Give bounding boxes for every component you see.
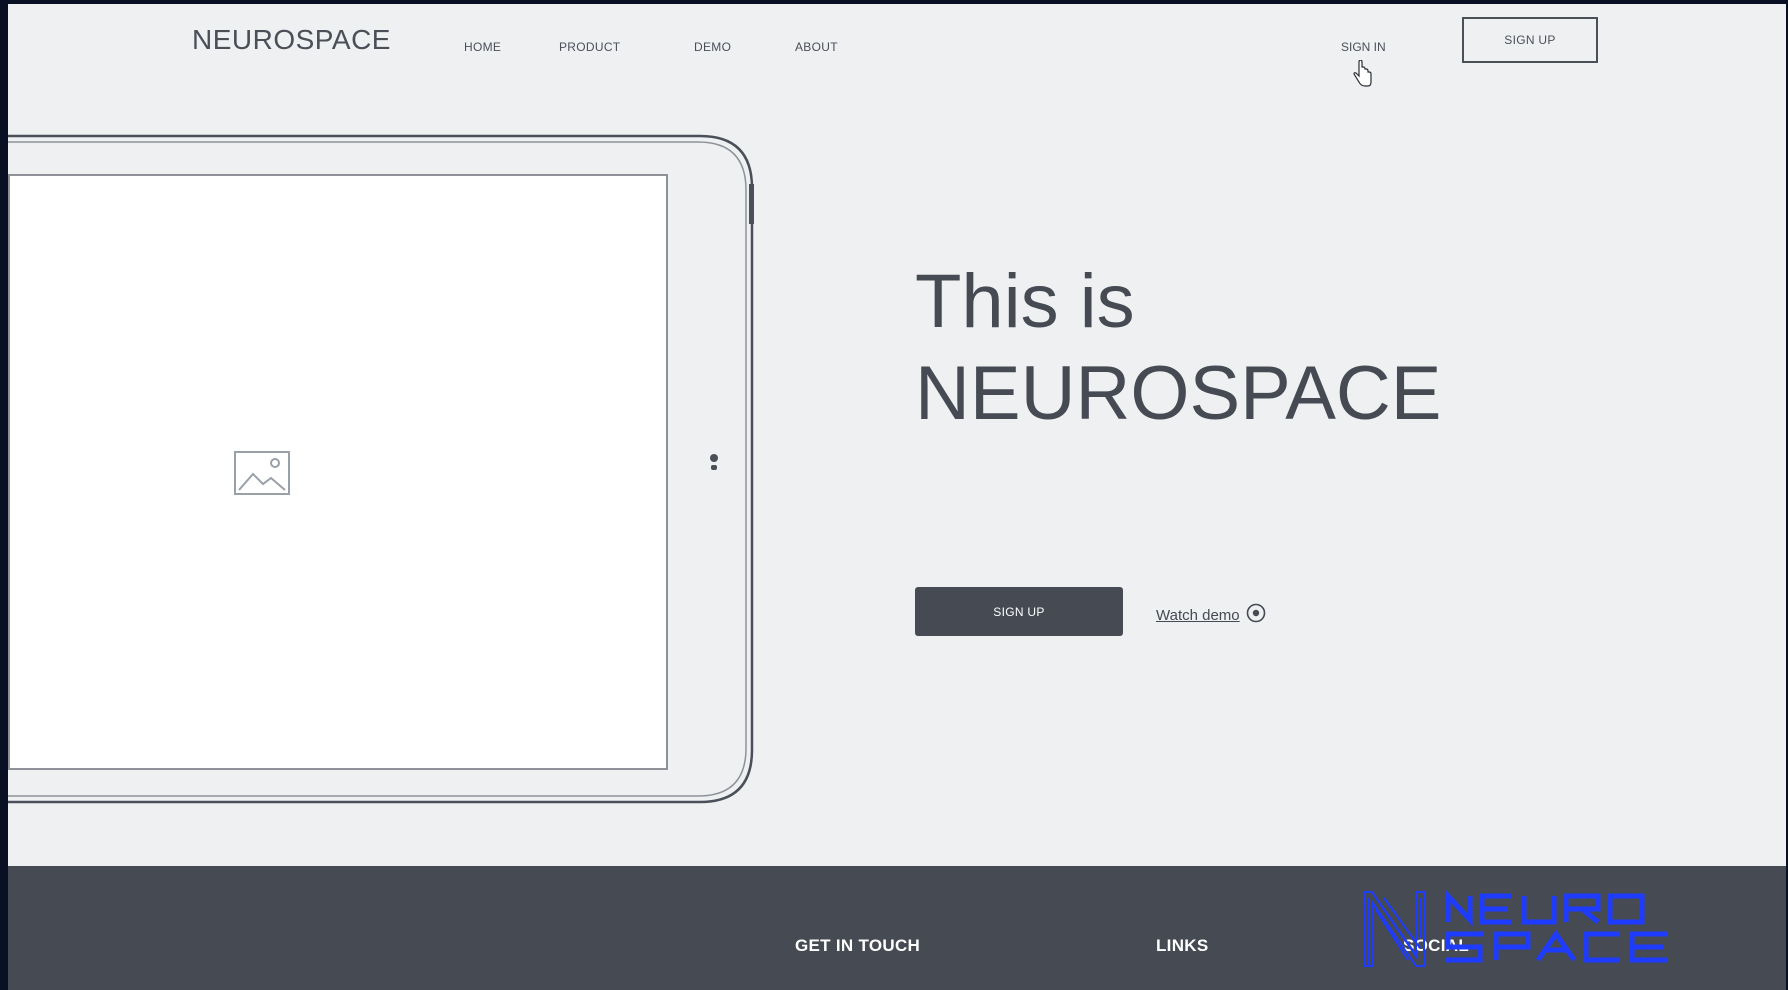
- footer-links: LINKS: [1156, 936, 1209, 955]
- tablet-screen: [8, 174, 668, 770]
- play-circle-icon: [1246, 603, 1266, 628]
- sign-up-button-header[interactable]: SIGN UP: [1462, 17, 1598, 63]
- image-placeholder-icon: [233, 450, 291, 501]
- watch-demo-label: Watch demo: [1156, 607, 1240, 624]
- hero-title-line-2: NEUROSPACE: [915, 351, 1442, 436]
- browser-viewport: NEUROSPACE HOME PRODUCT DEMO ABOUT SIGN …: [8, 4, 1786, 990]
- pointer-hand-icon: [1351, 59, 1373, 93]
- neurospace-brand-logo: [1363, 890, 1668, 967]
- nav-home[interactable]: HOME: [464, 40, 501, 54]
- hero-title-line-1: This is: [915, 259, 1135, 344]
- watch-demo-link[interactable]: Watch demo: [1156, 603, 1266, 628]
- footer-get-in-touch: GET IN TOUCH: [795, 936, 921, 955]
- sign-in-link[interactable]: SIGN IN: [1341, 40, 1386, 54]
- nav-product[interactable]: PRODUCT: [559, 40, 620, 54]
- sign-up-button-hero[interactable]: SIGN UP: [915, 587, 1123, 636]
- nav-demo[interactable]: DEMO: [694, 40, 731, 54]
- nav-about[interactable]: ABOUT: [795, 40, 838, 54]
- tablet-camera-dot: [710, 454, 718, 462]
- site-logo[interactable]: NEUROSPACE: [192, 24, 391, 56]
